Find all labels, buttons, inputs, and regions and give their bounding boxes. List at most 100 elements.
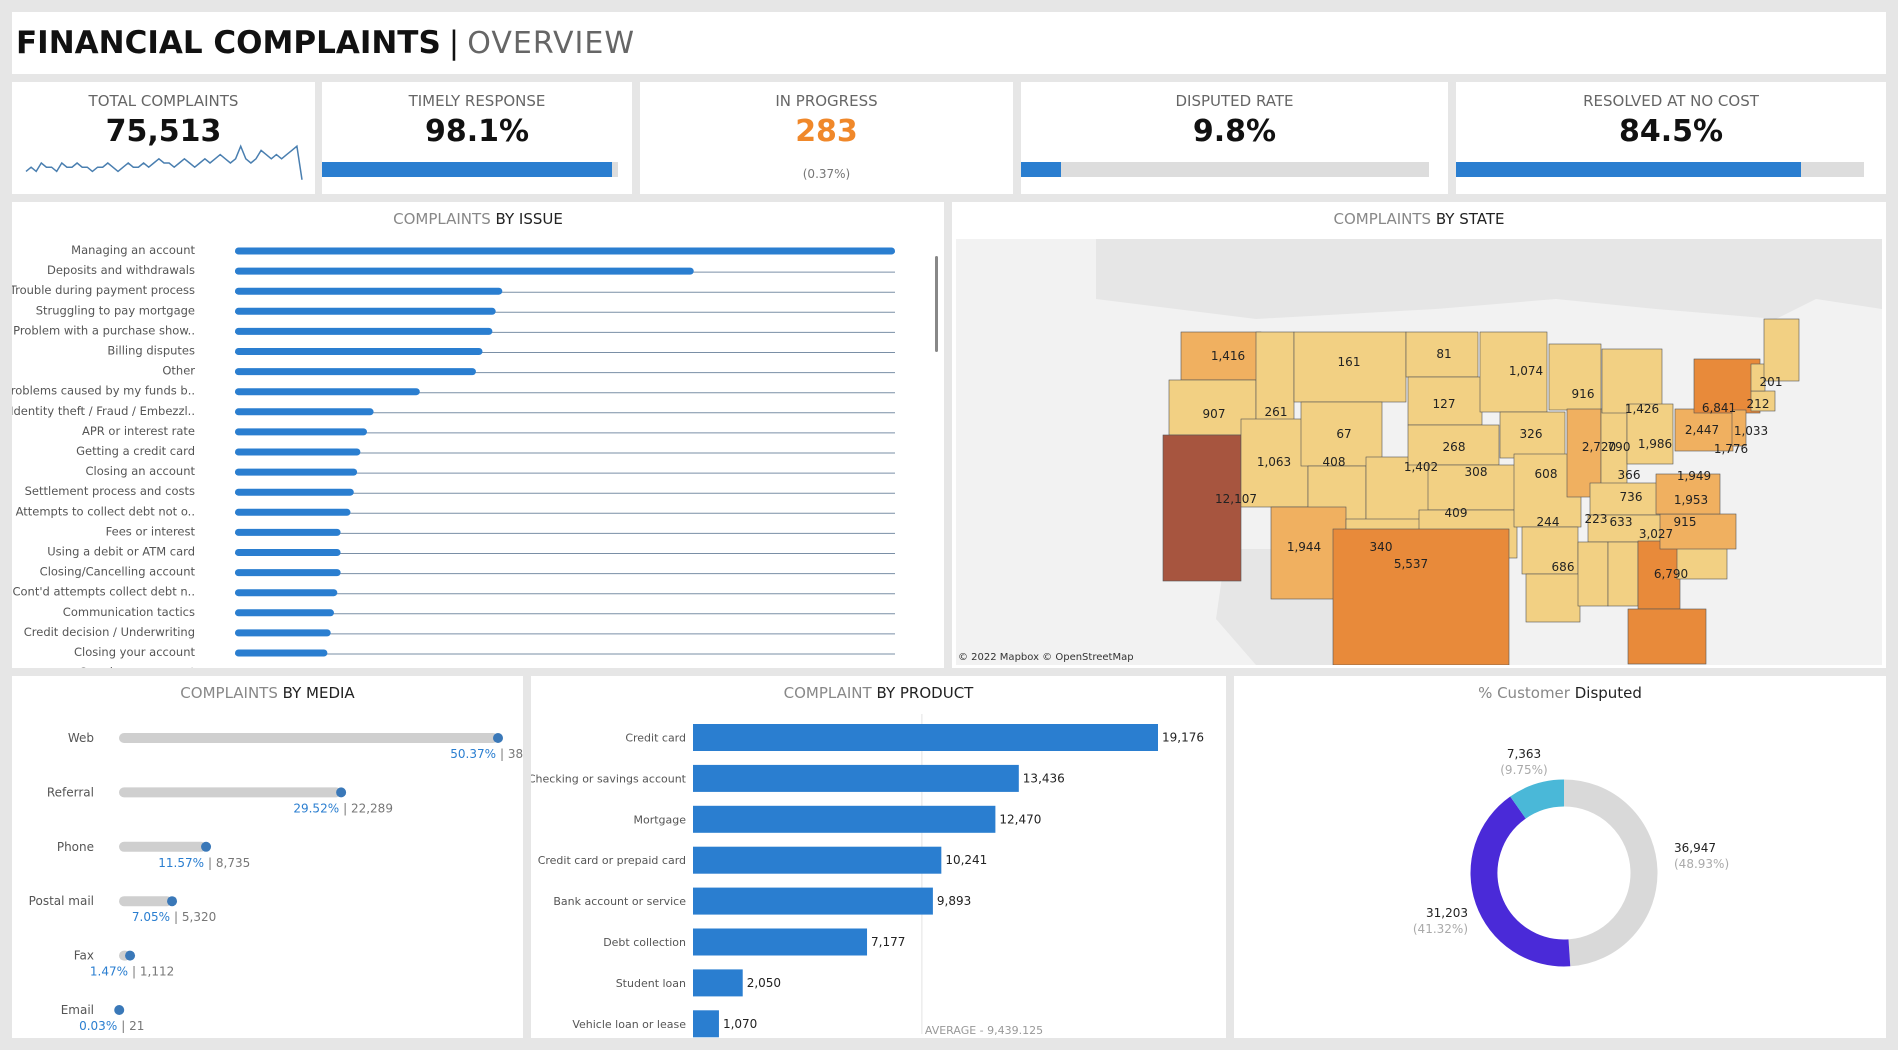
- kpi-disputed-rate[interactable]: DISPUTED RATE 9.8%: [1021, 82, 1448, 194]
- progress-bar: [1021, 162, 1429, 177]
- product-value-label: 13,436: [1023, 771, 1065, 785]
- issue-bar[interactable]: [235, 267, 694, 275]
- media-bar-dot[interactable]: [114, 1005, 125, 1015]
- media-bar-dot[interactable]: [336, 787, 347, 798]
- media-bar[interactable]: [119, 841, 207, 852]
- state-shape[interactable]: [1525, 573, 1581, 623]
- issue-bar[interactable]: [235, 549, 341, 556]
- state-shape[interactable]: [1607, 541, 1639, 607]
- state-shape[interactable]: [1332, 528, 1510, 666]
- issue-label: Getting a credit card: [76, 444, 195, 458]
- state-shape[interactable]: [1577, 541, 1609, 607]
- complaints-by-media-chart[interactable]: Web 50.37% | 38,036 Referral 29.52% | 22,289 P…: [12, 676, 523, 1038]
- product-label: Credit card or prepaid card: [538, 854, 686, 867]
- issue-bar[interactable]: [235, 307, 496, 315]
- state-shape[interactable]: [1162, 434, 1242, 582]
- issue-bar[interactable]: [235, 388, 420, 396]
- product-bar[interactable]: [693, 724, 1158, 751]
- issue-bar[interactable]: [235, 609, 334, 617]
- section-title: COMPLAINTS BY STATE: [1333, 210, 1505, 228]
- donut-slice[interactable]: [1510, 779, 1565, 819]
- issue-bar[interactable]: [235, 348, 483, 355]
- state-value-label: 915: [1674, 515, 1697, 529]
- issue-bar[interactable]: [235, 488, 354, 496]
- issue-bar[interactable]: [235, 508, 351, 516]
- media-bar[interactable]: [119, 787, 342, 798]
- issue-bar[interactable]: [235, 528, 341, 536]
- media-percent-label: 29.52%: [293, 801, 339, 815]
- kpi-timely-response[interactable]: TIMELY RESPONSE 98.1%: [322, 82, 632, 194]
- state-value-label: 633: [1610, 515, 1633, 529]
- state-value-label: 790: [1608, 440, 1631, 454]
- state-value-label: 212: [1747, 397, 1770, 411]
- issue-label: Settlement process and costs: [25, 484, 195, 498]
- state-value-label: 261: [1265, 405, 1288, 419]
- complaint-by-product-chart[interactable]: AVERAGE - 9,439.125 Credit card 19,176 Chec…: [531, 676, 1226, 1038]
- issue-bar[interactable]: [235, 368, 476, 376]
- issue-bar[interactable]: [235, 589, 338, 597]
- issue-bar[interactable]: [235, 408, 374, 416]
- issue-bar[interactable]: [235, 468, 358, 476]
- complaints-by-issue-chart[interactable]: Managing an account Deposits and withdraw…: [12, 202, 944, 668]
- media-bar-dot[interactable]: [125, 950, 136, 961]
- product-bar[interactable]: [693, 969, 743, 997]
- issue-bar[interactable]: [235, 247, 895, 255]
- customer-disputed-donut[interactable]: 36,947 (48.93%) 31,203 (41.32%) 7,363 (9.75%): [1234, 676, 1886, 1038]
- product-bar[interactable]: [693, 846, 942, 874]
- kpi-total-complaints[interactable]: TOTAL COMPLAINTS 75,513: [12, 82, 315, 194]
- media-bar-dot[interactable]: [167, 896, 178, 907]
- donut-value-label: 7,363: [1507, 747, 1541, 761]
- product-bar[interactable]: [693, 764, 1019, 792]
- kpi-resolved-no-cost[interactable]: RESOLVED AT NO COST 84.5%: [1456, 82, 1886, 194]
- total-complaints-sparkline: [25, 144, 303, 180]
- state-value-label: 1,416: [1211, 349, 1245, 363]
- issue-bar[interactable]: [235, 629, 331, 637]
- product-label: Checking or savings account: [531, 772, 687, 785]
- issue-label: APR or interest rate: [82, 424, 195, 438]
- state-value-label: 6,841: [1702, 401, 1736, 415]
- kpi-value: 84.5%: [1618, 114, 1724, 149]
- product-bar[interactable]: [693, 1010, 719, 1038]
- issue-label: Identity theft / Fraud / Embezzl..: [12, 404, 195, 418]
- issue-bar[interactable]: [235, 428, 367, 436]
- donut-slice[interactable]: [1563, 779, 1658, 967]
- state-value-label: 1,949: [1677, 469, 1711, 483]
- product-bar[interactable]: [693, 928, 868, 956]
- state-value-label: 12,107: [1215, 492, 1257, 506]
- state-map[interactable]: Mexico1,41690712,1072611,063161674081,94…: [956, 239, 1882, 666]
- state-value-label: 2,447: [1685, 423, 1719, 437]
- product-value-label: 9,893: [937, 894, 971, 908]
- state-shape[interactable]: [1627, 608, 1707, 665]
- issue-scrollbar[interactable]: [935, 256, 938, 352]
- issue-bar[interactable]: [235, 448, 361, 456]
- product-value-label: 7,177: [871, 935, 905, 949]
- product-label: Credit card: [625, 732, 686, 745]
- product-value-label: 12,470: [999, 812, 1041, 826]
- media-percent-label: 1.47%: [90, 965, 128, 979]
- product-label: Bank account or service: [553, 895, 686, 908]
- state-value-label: 1,063: [1257, 455, 1291, 469]
- state-map-area[interactable]: Mexico1,41690712,1072611,063161674081,94…: [956, 239, 1882, 666]
- product-value-label: 2,050: [747, 976, 781, 990]
- issue-bar[interactable]: [235, 287, 503, 295]
- state-value-label: 127: [1433, 397, 1456, 411]
- progress-bar: [1456, 162, 1864, 177]
- state-value-label: 1,986: [1638, 437, 1672, 451]
- product-label: Debt collection: [603, 936, 686, 949]
- donut-slice[interactable]: [1470, 796, 1571, 967]
- product-bar[interactable]: [693, 887, 933, 915]
- state-shape[interactable]: [1763, 318, 1800, 382]
- issue-bar[interactable]: [235, 569, 341, 577]
- issue-bar[interactable]: [235, 327, 493, 335]
- media-count-label: | 8,735: [208, 856, 250, 870]
- media-bar-dot[interactable]: [493, 733, 503, 743]
- media-bar-dot[interactable]: [201, 841, 212, 852]
- media-bar[interactable]: [119, 896, 173, 907]
- issue-bar[interactable]: [235, 649, 328, 657]
- state-value-label: 3,027: [1639, 527, 1673, 541]
- media-label: Web: [68, 731, 94, 745]
- kpi-in-progress[interactable]: IN PROGRESS 283 (0.37%): [640, 82, 1013, 194]
- issue-label: Billing disputes: [107, 344, 195, 358]
- product-bar[interactable]: [693, 805, 996, 833]
- media-bar[interactable]: [119, 733, 498, 743]
